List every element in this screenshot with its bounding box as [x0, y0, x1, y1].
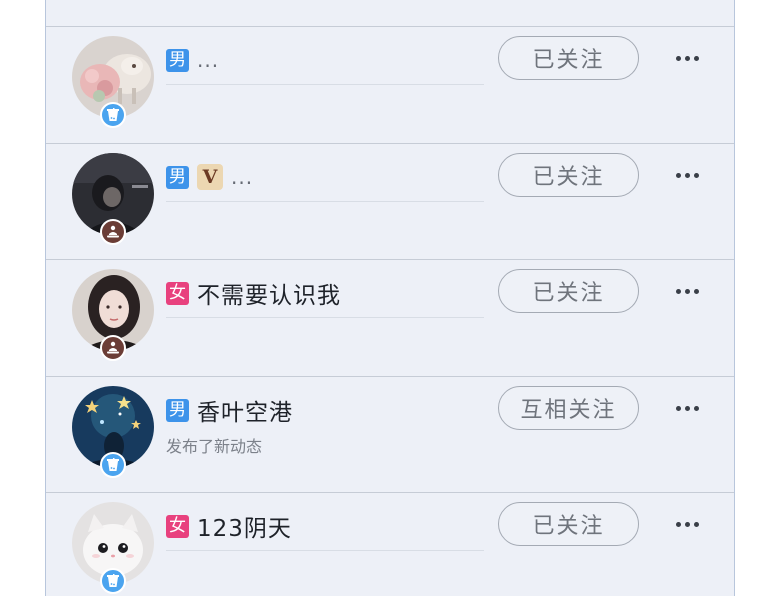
- name-line: 男 香叶空港: [166, 393, 293, 427]
- divider: [166, 317, 484, 318]
- more-dots-icon: [675, 172, 699, 178]
- badge: [100, 219, 126, 245]
- more-dots-icon: [675, 55, 699, 61]
- more-options-button[interactable]: [666, 47, 708, 69]
- badge: [100, 102, 126, 128]
- milk-tea-icon: [107, 108, 119, 121]
- more-options-button[interactable]: [666, 280, 708, 302]
- following-list-panel: 男 ... 已关注 男 V ... 已关注 女 不需要认识我 已关注 男 香叶空…: [45, 0, 735, 596]
- more-dots-icon: [675, 405, 699, 411]
- vip-badge: V: [197, 164, 223, 190]
- follow-status-button[interactable]: 已关注: [498, 502, 639, 546]
- nickname[interactable]: 香叶空港: [197, 393, 293, 427]
- more-dots-icon: [675, 521, 699, 527]
- divider: [166, 84, 484, 85]
- follow-status-button[interactable]: 已关注: [498, 153, 639, 197]
- badge: [100, 452, 126, 478]
- activity-status: 发布了新动态: [166, 437, 263, 456]
- more-options-button[interactable]: [666, 164, 708, 186]
- list-item[interactable]: 女 不需要认识我 已关注: [46, 259, 734, 376]
- milk-tea-icon: [107, 458, 119, 471]
- meditation-person-icon: [107, 341, 119, 354]
- more-options-button[interactable]: [666, 397, 708, 419]
- divider: [166, 201, 484, 202]
- list-item[interactable]: 女 123阴天 已关注: [46, 492, 734, 596]
- meditation-person-icon: [107, 225, 119, 238]
- avatar[interactable]: [72, 36, 154, 128]
- name-line: 女 不需要认识我: [166, 276, 341, 310]
- more-options-button[interactable]: [666, 513, 708, 535]
- name-line: 男 V ...: [166, 163, 253, 191]
- follow-status-button[interactable]: 已关注: [498, 36, 639, 80]
- more-dots-icon: [675, 288, 699, 294]
- list-item[interactable]: 男 ... 已关注: [46, 26, 734, 143]
- follow-status-button[interactable]: 互相关注: [498, 386, 639, 430]
- avatar[interactable]: [72, 386, 154, 478]
- follow-status-button[interactable]: 已关注: [498, 269, 639, 313]
- gender-badge: 男: [166, 398, 189, 422]
- avatar[interactable]: [72, 269, 154, 361]
- milk-tea-icon: [107, 574, 119, 587]
- nickname[interactable]: 123阴天: [197, 509, 292, 543]
- gender-badge: 男: [166, 165, 189, 189]
- avatar[interactable]: [72, 153, 154, 245]
- nickname[interactable]: 不需要认识我: [197, 276, 341, 310]
- list-item[interactable]: 男 V ... 已关注: [46, 143, 734, 260]
- gender-badge: 女: [166, 281, 189, 305]
- badge: [100, 568, 126, 594]
- name-line: 女 123阴天: [166, 509, 292, 543]
- nickname[interactable]: ...: [231, 165, 253, 189]
- nickname[interactable]: ...: [197, 48, 219, 72]
- gender-badge: 男: [166, 48, 189, 72]
- divider: [166, 550, 484, 551]
- avatar[interactable]: [72, 502, 154, 594]
- name-line: 男 ...: [166, 46, 219, 74]
- badge: [100, 335, 126, 361]
- gender-badge: 女: [166, 514, 189, 538]
- list-item[interactable]: 男 香叶空港 发布了新动态 互相关注: [46, 376, 734, 493]
